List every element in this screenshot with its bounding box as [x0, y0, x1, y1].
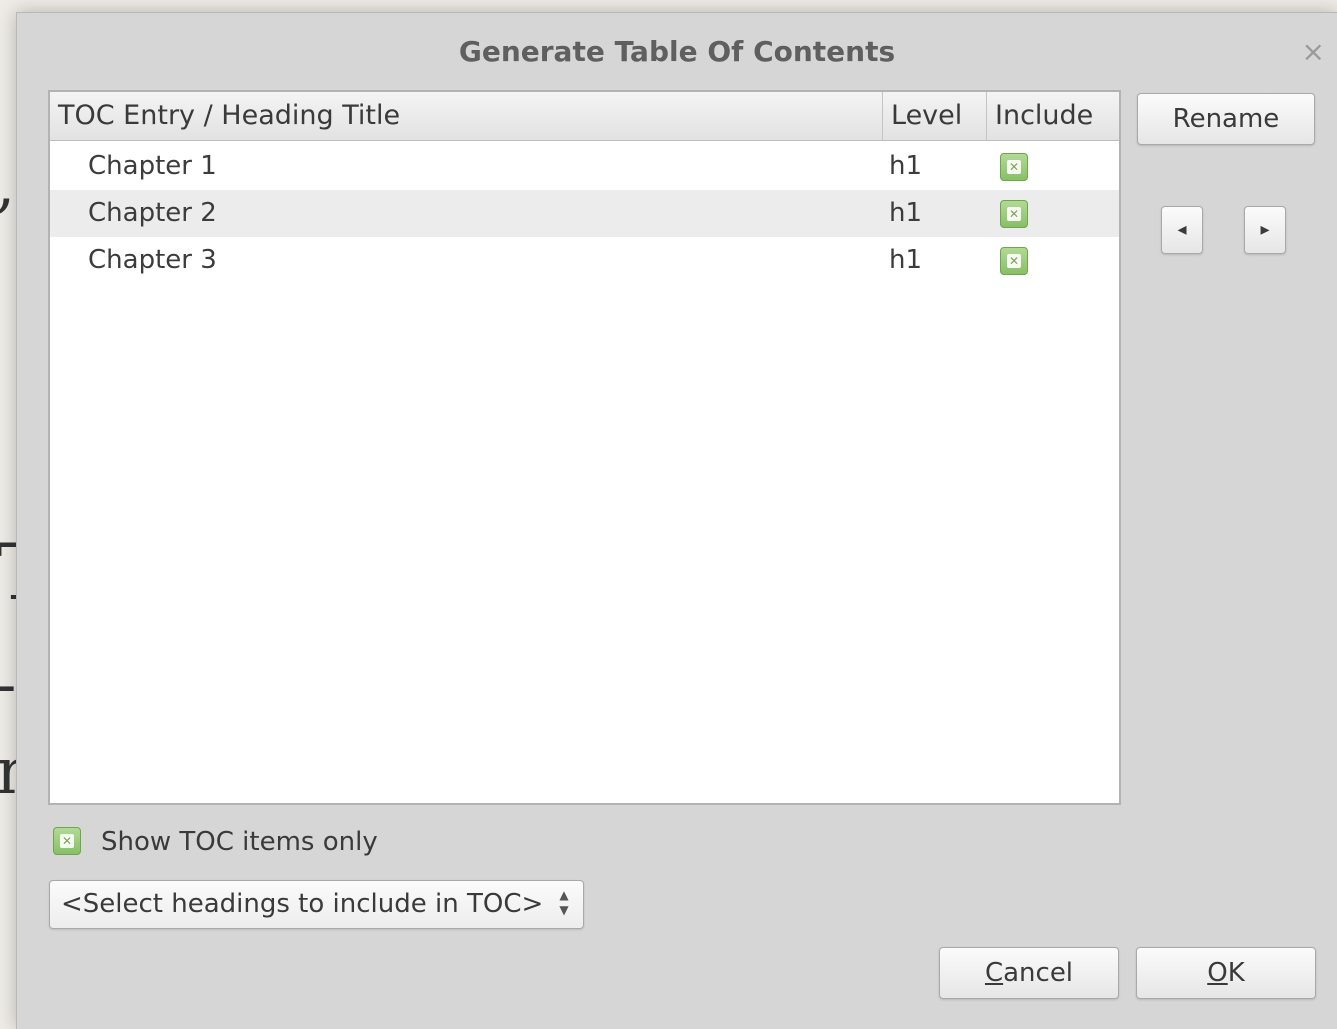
table-row[interactable]: Chapter 1 h1 ✕ [50, 143, 1119, 190]
heading-level-cell: h1 [889, 245, 923, 275]
cancel-label: ancel [1003, 958, 1074, 988]
background-document-glyph: , [0, 150, 15, 220]
include-checkbox[interactable]: ✕ [1000, 200, 1028, 228]
heading-title-cell[interactable]: Chapter 3 [88, 237, 217, 284]
checkbox-check-icon: ✕ [1007, 207, 1021, 221]
ok-label: K [1227, 958, 1245, 988]
heading-level-cell: h1 [889, 151, 923, 181]
show-toc-items-only-checkbox[interactable]: ✕ [53, 827, 81, 855]
column-header-include[interactable]: Include [987, 92, 1121, 140]
generate-toc-dialog: Generate Table Of Contents × TOC Entry /… [16, 12, 1337, 1029]
rename-button[interactable]: Rename [1137, 93, 1315, 145]
select-headings-value: <Select headings to include in TOC> [61, 889, 544, 919]
table-row[interactable]: Chapter 3 h1 ✕ [50, 237, 1119, 284]
spin-down-icon: ▼ [559, 903, 569, 917]
checkbox-check-icon: ✕ [1007, 254, 1021, 268]
close-icon[interactable]: × [1302, 35, 1325, 68]
heading-level-cell: h1 [889, 198, 923, 228]
ok-mnemonic: O [1207, 958, 1228, 988]
checkbox-check-icon: ✕ [60, 834, 74, 848]
cancel-mnemonic: C [984, 958, 1004, 988]
column-header-level[interactable]: Level [883, 92, 987, 140]
select-headings-combobox[interactable]: <Select headings to include in TOC> ▲ ▼ [49, 880, 584, 929]
toc-entries-table: TOC Entry / Heading Title Level Include … [48, 90, 1121, 805]
show-toc-items-only-label[interactable]: Show TOC items only [101, 824, 378, 860]
background-document-glyph: - [0, 650, 16, 720]
table-row[interactable]: Chapter 2 h1 ✕ [50, 190, 1119, 237]
spin-up-icon: ▲ [559, 888, 569, 902]
cancel-button[interactable]: Cancel [939, 947, 1119, 999]
arrow-right-icon: ▸ [1260, 219, 1270, 240]
decrease-level-button[interactable]: ◂ [1161, 206, 1203, 254]
column-header-title[interactable]: TOC Entry / Heading Title [50, 92, 883, 140]
dialog-title: Generate Table Of Contents [458, 35, 896, 68]
heading-title-cell[interactable]: Chapter 1 [88, 143, 217, 190]
arrow-left-icon: ◂ [1177, 219, 1187, 240]
checkbox-check-icon: ✕ [1007, 160, 1021, 174]
heading-title-cell[interactable]: Chapter 2 [88, 190, 217, 237]
ok-button[interactable]: OK [1136, 947, 1316, 999]
combo-spinner-icon: ▲ ▼ [557, 888, 571, 918]
include-checkbox[interactable]: ✕ [1000, 153, 1028, 181]
include-checkbox[interactable]: ✕ [1000, 247, 1028, 275]
increase-level-button[interactable]: ▸ [1244, 206, 1286, 254]
table-header: TOC Entry / Heading Title Level Include [50, 92, 1119, 141]
